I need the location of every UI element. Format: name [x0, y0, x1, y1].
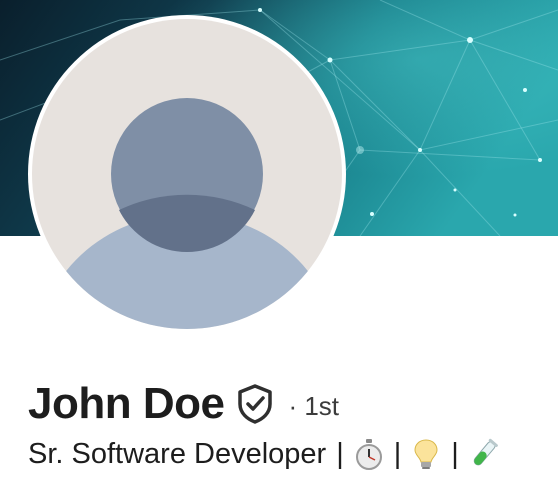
separator: | — [451, 437, 459, 470]
avatar[interactable] — [32, 19, 342, 329]
profile-name[interactable]: John Doe — [28, 379, 225, 429]
name-row: John Doe · 1st — [28, 376, 339, 432]
separator: | — [393, 437, 402, 470]
default-avatar-icon — [32, 19, 342, 329]
separator: | — [336, 437, 344, 470]
verified-shield-icon[interactable] — [236, 383, 274, 425]
test-tube-icon — [469, 437, 499, 471]
headline: Sr. Software Developer | | | — [28, 432, 499, 476]
headline-title: Sr. Software Developer — [28, 437, 327, 470]
stopwatch-icon — [354, 437, 384, 471]
connection-degree: · 1st — [288, 390, 340, 421]
profile-card: John Doe · 1st Sr. Software Developer | … — [0, 0, 558, 486]
light-bulb-icon — [411, 437, 441, 471]
avatar-frame[interactable] — [28, 15, 346, 333]
